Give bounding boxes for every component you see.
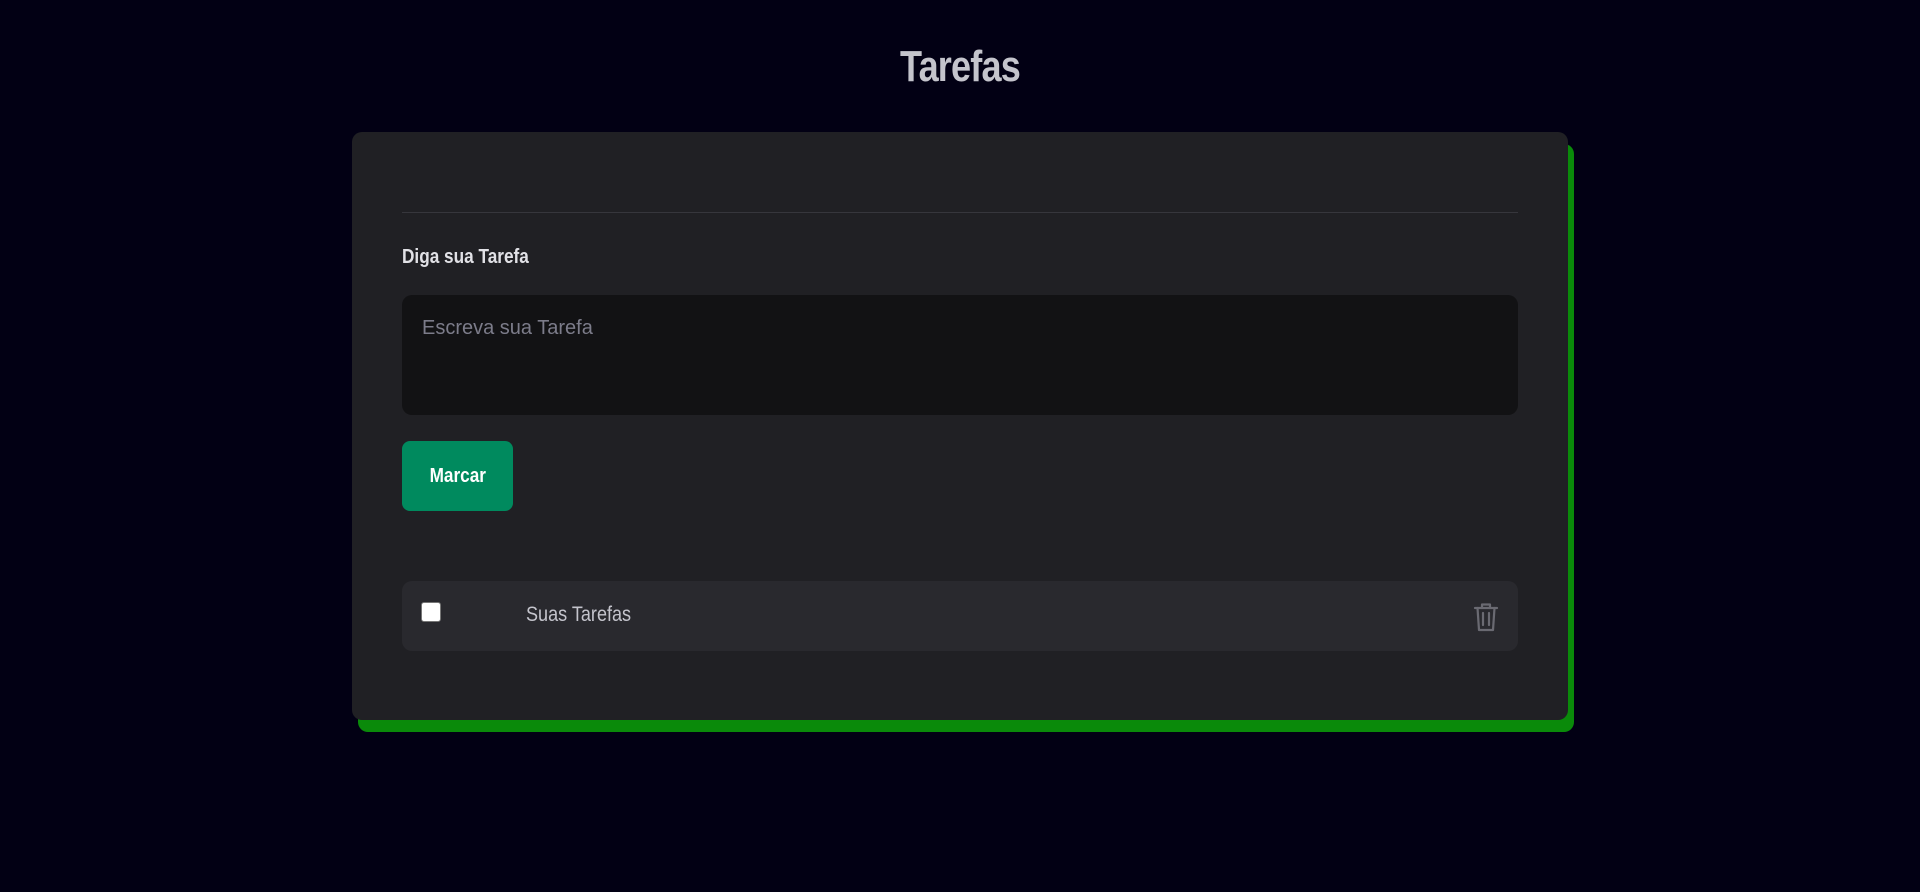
mark-button-label: Marcar (429, 464, 486, 487)
task-input-label: Diga sua Tarefa (402, 246, 529, 268)
page-title: Tarefas (900, 42, 1021, 91)
task-input[interactable] (402, 295, 1518, 415)
divider (402, 212, 1518, 213)
task-checkbox[interactable] (421, 602, 441, 622)
task-list-item: Suas Tarefas (402, 581, 1518, 651)
task-text: Suas Tarefas (526, 603, 632, 626)
trash-icon (1473, 603, 1499, 632)
mark-button[interactable]: Marcar (402, 441, 513, 511)
task-card: Diga sua Tarefa Marcar Suas Tarefas (352, 132, 1568, 720)
delete-task-button[interactable] (1472, 601, 1500, 633)
